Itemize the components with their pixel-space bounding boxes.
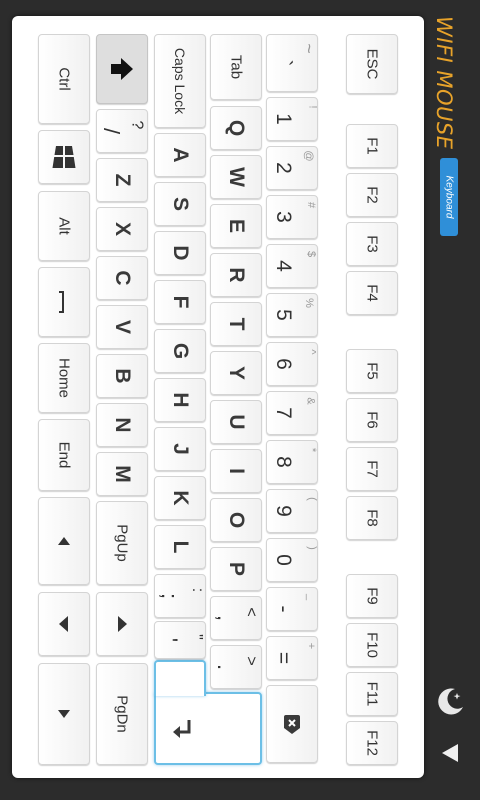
key-c[interactable]: C — [96, 256, 148, 300]
key-enter[interactable] — [154, 692, 262, 765]
key-i[interactable]: I — [210, 449, 262, 493]
key-o[interactable]: O — [210, 498, 262, 542]
key-d[interactable]: D — [154, 231, 206, 275]
key-f4[interactable]: F4 — [346, 271, 398, 315]
key-grave[interactable]: ` ~ — [266, 34, 318, 92]
key-0[interactable]: 0) — [266, 538, 318, 582]
key-h[interactable]: H — [154, 378, 206, 422]
key-page-down[interactable]: PgDn — [96, 663, 148, 765]
night-mode-button[interactable] — [432, 684, 468, 720]
backspace-icon — [284, 715, 300, 734]
windows-logo-icon — [52, 146, 76, 168]
key-tab[interactable]: Tab — [210, 34, 262, 100]
key-r[interactable]: R — [210, 253, 262, 297]
space-bar-icon — [59, 291, 64, 313]
key-6[interactable]: 6 ^ — [266, 342, 318, 386]
enter-return-icon — [173, 719, 191, 738]
key-f5[interactable]: F5 — [346, 349, 398, 393]
key-f9[interactable]: F9 — [346, 574, 398, 618]
key-1[interactable]: 1! — [266, 97, 318, 141]
key-arrow-left[interactable] — [38, 592, 90, 656]
arrow-right-icon — [118, 616, 127, 632]
key-f2[interactable]: F2 — [346, 173, 398, 217]
key-f6[interactable]: F6 — [346, 398, 398, 442]
key-b[interactable]: B — [96, 354, 148, 398]
key-f3[interactable]: F3 — [346, 222, 398, 266]
key-4[interactable]: 4 $ — [266, 244, 318, 288]
keyboard-panel: ESC F1 F2 F3 F4 F5 F6 F7 F8 F9 F10 F11 F… — [12, 16, 424, 778]
key-space[interactable] — [38, 267, 90, 337]
key-p[interactable]: P — [210, 547, 262, 591]
app-brand: WIFI MOUSE Keyboard — [432, 16, 476, 246]
key-f7[interactable]: F7 — [346, 447, 398, 491]
key-esc[interactable]: ESC — [346, 34, 398, 94]
key-f1[interactable]: F1 — [346, 124, 398, 168]
key-m[interactable]: M — [96, 452, 148, 496]
key-9[interactable]: 9( — [266, 489, 318, 533]
key-arrow-right[interactable] — [96, 592, 148, 656]
key-page-up[interactable]: PgUp — [96, 501, 148, 585]
key-z[interactable]: Z — [96, 158, 148, 202]
key-s[interactable]: S — [154, 182, 206, 226]
key-end[interactable]: End — [38, 419, 90, 491]
night-mode-icon — [438, 688, 463, 715]
arrow-left-icon — [59, 616, 68, 632]
back-triangle-icon — [442, 744, 458, 762]
key-j[interactable]: J — [154, 427, 206, 471]
key-arrow-up[interactable] — [38, 497, 90, 585]
key-home[interactable]: Home — [38, 343, 90, 413]
key-q[interactable]: Q — [210, 106, 262, 150]
key-enter-upper[interactable] — [154, 660, 206, 696]
key-u[interactable]: U — [210, 400, 262, 444]
brand-title: WIFI MOUSE — [432, 16, 456, 150]
key-g[interactable]: G — [154, 329, 206, 373]
key-f8[interactable]: F8 — [346, 496, 398, 540]
key-7[interactable]: 7 & — [266, 391, 318, 435]
key-minus[interactable]: - _ — [266, 587, 318, 631]
key-5[interactable]: 5% — [266, 293, 318, 337]
brand-subtitle-badge: Keyboard — [440, 158, 458, 236]
key-k[interactable]: K — [154, 476, 206, 520]
key-semicolon[interactable]: ;: — [154, 574, 206, 618]
shift-arrow-icon — [111, 58, 133, 80]
key-x[interactable]: X — [96, 207, 148, 251]
key-e[interactable]: E — [210, 204, 262, 248]
key-v[interactable]: V — [96, 305, 148, 349]
key-quote[interactable]: ' " — [154, 621, 206, 659]
key-caps-lock[interactable]: Caps Lock — [154, 34, 206, 128]
key-8[interactable]: 8 * — [266, 440, 318, 484]
key-comma[interactable]: , < — [210, 596, 262, 640]
key-w[interactable]: W — [210, 155, 262, 199]
key-arrow-down[interactable] — [38, 663, 90, 765]
key-ctrl[interactable]: Ctrl — [38, 34, 90, 124]
key-period[interactable]: . > — [210, 645, 262, 689]
key-shift[interactable] — [96, 34, 148, 104]
key-t[interactable]: T — [210, 302, 262, 346]
key-slash[interactable]: /? — [96, 109, 148, 153]
key-l[interactable]: L — [154, 525, 206, 569]
key-f10[interactable]: F10 — [346, 623, 398, 667]
back-button[interactable] — [432, 735, 468, 771]
key-windows[interactable] — [38, 130, 90, 184]
key-2[interactable]: 2 @ — [266, 146, 318, 190]
key-f12[interactable]: F12 — [346, 721, 398, 765]
key-n[interactable]: N — [96, 403, 148, 447]
key-a[interactable]: A — [154, 133, 206, 177]
key-f11[interactable]: F11 — [346, 672, 398, 716]
arrow-up-icon — [58, 537, 70, 545]
brand-subtitle: Keyboard — [443, 175, 455, 219]
key-3[interactable]: 3 # — [266, 195, 318, 239]
arrow-down-icon — [58, 710, 70, 718]
key-backspace[interactable] — [266, 685, 318, 763]
key-f[interactable]: F — [154, 280, 206, 324]
key-alt[interactable]: Alt — [38, 191, 90, 261]
key-y[interactable]: Y — [210, 351, 262, 395]
key-equal[interactable]: = + — [266, 636, 318, 680]
